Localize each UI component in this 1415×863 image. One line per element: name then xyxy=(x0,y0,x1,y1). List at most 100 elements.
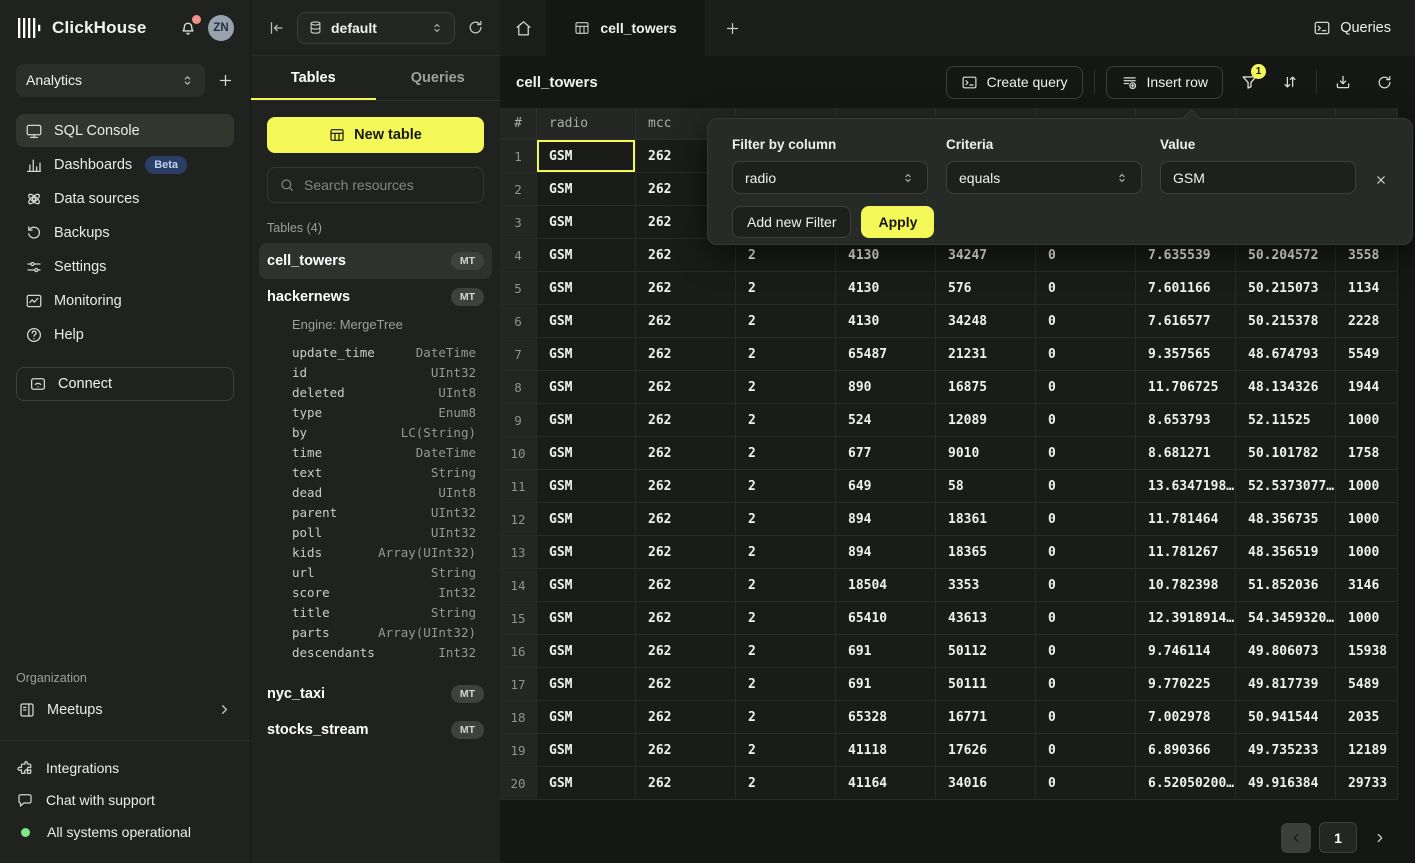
table-cell[interactable]: 524 xyxy=(836,404,936,436)
table-cell[interactable]: 0 xyxy=(1036,536,1136,568)
table-cell[interactable]: 2 xyxy=(736,536,836,568)
add-new-filter-button[interactable]: Add new Filter xyxy=(732,206,851,238)
table-cell[interactable]: GSM xyxy=(537,371,636,403)
table-cell[interactable]: 5549 xyxy=(1336,338,1398,370)
table-cell[interactable]: 41164 xyxy=(836,767,936,799)
table-cell[interactable]: 3146 xyxy=(1336,569,1398,601)
table-cell[interactable]: 18365 xyxy=(936,536,1036,568)
table-cell[interactable]: 5489 xyxy=(1336,668,1398,700)
table-cell[interactable]: GSM xyxy=(537,734,636,766)
table-cell[interactable]: 2 xyxy=(736,404,836,436)
avatar[interactable]: ZN xyxy=(208,15,234,41)
table-cell[interactable]: 894 xyxy=(836,536,936,568)
table-cell[interactable]: 2 xyxy=(736,701,836,733)
table-cell[interactable]: 262 xyxy=(636,272,736,304)
table-cell[interactable]: 34248 xyxy=(936,305,1036,337)
sidebar-item-chat-with-support[interactable]: Chat with support xyxy=(16,785,234,815)
table-cell[interactable]: 7.601166 xyxy=(1136,272,1236,304)
table-cell[interactable]: GSM xyxy=(537,173,636,205)
next-page-button[interactable] xyxy=(1365,823,1395,853)
remove-filter-button[interactable] xyxy=(1374,173,1388,190)
table-cell[interactable]: 262 xyxy=(636,371,736,403)
new-tab-button[interactable] xyxy=(705,0,759,56)
table-cell[interactable]: 50.215073 xyxy=(1236,272,1336,304)
filter-criteria-select[interactable]: equals xyxy=(946,161,1142,194)
add-workspace-button[interactable] xyxy=(217,72,234,89)
table-cell[interactable]: 9.770225 xyxy=(1136,668,1236,700)
sidebar-item-meetups[interactable]: Meetups xyxy=(16,693,234,726)
sidebar-item-all-systems-operational[interactable]: All systems operational xyxy=(16,817,234,847)
table-cell[interactable]: 4130 xyxy=(836,272,936,304)
table-cell[interactable]: 13.6347198… xyxy=(1136,470,1236,502)
table-cell[interactable]: 262 xyxy=(636,767,736,799)
table-cell[interactable]: 2 xyxy=(736,371,836,403)
table-cell[interactable]: 0 xyxy=(1036,404,1136,436)
current-page[interactable]: 1 xyxy=(1319,822,1357,853)
table-cell[interactable]: 4130 xyxy=(836,305,936,337)
table-cell[interactable]: 262 xyxy=(636,338,736,370)
table-cell[interactable]: GSM xyxy=(537,668,636,700)
table-cell[interactable]: 2 xyxy=(736,437,836,469)
table-cell[interactable]: 8.681271 xyxy=(1136,437,1236,469)
table-cell[interactable]: GSM xyxy=(537,272,636,304)
table-cell[interactable]: 34016 xyxy=(936,767,1036,799)
table-cell[interactable]: 52.11525 xyxy=(1236,404,1336,436)
table-cell[interactable]: 3353 xyxy=(936,569,1036,601)
table-cell[interactable]: 576 xyxy=(936,272,1036,304)
filter-column-select[interactable]: radio xyxy=(732,161,928,194)
table-cell[interactable]: 1944 xyxy=(1336,371,1398,403)
tab-cell-towers[interactable]: cell_towers xyxy=(546,0,705,56)
table-cell[interactable]: 0 xyxy=(1036,437,1136,469)
table-cell[interactable]: 0 xyxy=(1036,503,1136,535)
table-cell[interactable]: 65487 xyxy=(836,338,936,370)
table-cell[interactable]: 50.941544 xyxy=(1236,701,1336,733)
table-cell[interactable]: 0 xyxy=(1036,734,1136,766)
table-cell[interactable]: 2 xyxy=(736,569,836,601)
table-cell[interactable]: 262 xyxy=(636,569,736,601)
table-cell[interactable]: 1000 xyxy=(1336,470,1398,502)
table-list-item-cell_towers[interactable]: cell_towersMT xyxy=(259,243,492,279)
download-button[interactable] xyxy=(1328,67,1358,97)
table-cell[interactable]: 6.52050200… xyxy=(1136,767,1236,799)
table-cell[interactable]: 12189 xyxy=(1336,734,1398,766)
table-cell[interactable]: GSM xyxy=(537,239,636,271)
table-cell[interactable]: 50112 xyxy=(936,635,1036,667)
previous-page-button[interactable] xyxy=(1281,823,1311,853)
sidebar-item-integrations[interactable]: Integrations xyxy=(16,753,234,783)
new-table-button[interactable]: New table xyxy=(267,117,484,153)
sidebar-item-monitoring[interactable]: Monitoring xyxy=(16,284,234,317)
table-cell[interactable]: GSM xyxy=(537,569,636,601)
table-cell[interactable]: GSM xyxy=(537,536,636,568)
table-cell[interactable]: GSM xyxy=(537,635,636,667)
database-select[interactable]: default xyxy=(297,12,455,44)
table-cell[interactable]: 49.735233 xyxy=(1236,734,1336,766)
table-cell[interactable]: GSM xyxy=(537,305,636,337)
table-cell[interactable]: 0 xyxy=(1036,305,1136,337)
table-cell[interactable]: 7.616577 xyxy=(1136,305,1236,337)
queries-button[interactable]: Queries xyxy=(1313,0,1391,56)
table-cell[interactable]: 262 xyxy=(636,470,736,502)
table-cell[interactable]: 48.356735 xyxy=(1236,503,1336,535)
table-cell[interactable]: 58 xyxy=(936,470,1036,502)
table-cell[interactable]: 262 xyxy=(636,503,736,535)
table-cell[interactable]: 262 xyxy=(636,437,736,469)
table-cell[interactable]: 50111 xyxy=(936,668,1036,700)
table-cell[interactable]: 0 xyxy=(1036,272,1136,304)
table-cell[interactable]: GSM xyxy=(537,437,636,469)
table-cell[interactable]: 2035 xyxy=(1336,701,1398,733)
apply-filter-button[interactable]: Apply xyxy=(861,206,934,238)
table-cell[interactable]: 65328 xyxy=(836,701,936,733)
table-cell[interactable]: 262 xyxy=(636,734,736,766)
table-cell[interactable]: 0 xyxy=(1036,602,1136,634)
table-cell[interactable]: 21231 xyxy=(936,338,1036,370)
table-cell[interactable]: 2 xyxy=(736,470,836,502)
table-cell[interactable]: 1000 xyxy=(1336,503,1398,535)
table-cell[interactable]: 1134 xyxy=(1336,272,1398,304)
home-button[interactable] xyxy=(500,0,546,56)
table-cell[interactable]: 1000 xyxy=(1336,602,1398,634)
table-cell[interactable]: 1000 xyxy=(1336,536,1398,568)
table-cell[interactable]: 16875 xyxy=(936,371,1036,403)
table-cell[interactable]: 1000 xyxy=(1336,404,1398,436)
table-list-item-stocks_stream[interactable]: stocks_streamMT xyxy=(259,712,492,748)
table-cell[interactable]: 51.852036 xyxy=(1236,569,1336,601)
